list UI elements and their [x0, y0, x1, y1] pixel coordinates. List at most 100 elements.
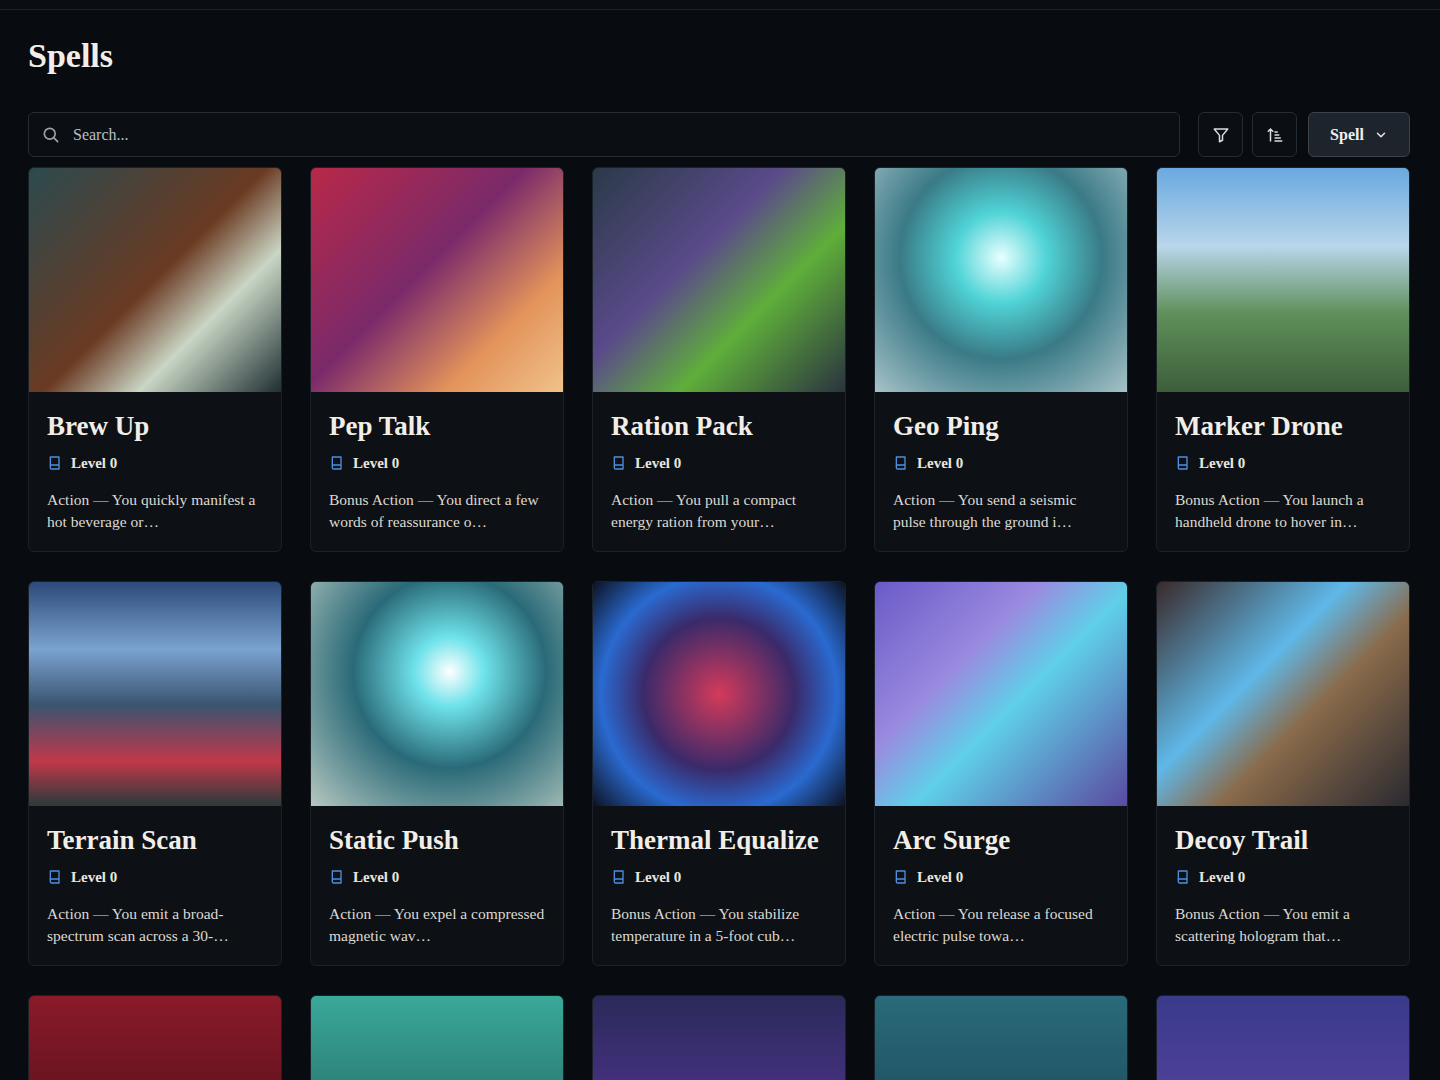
- card-body: Geo PingLevel 0Action — You send a seism…: [875, 392, 1127, 551]
- spell-card[interactable]: Decoy Trail Level 0 Bonus Action — You emi…: [1156, 581, 1410, 966]
- card-body: Thermal Equalize Level 0 Bonus Action — Yo…: [593, 806, 845, 965]
- spell-card[interactable]: Brew Up Level 0 Action — You quickly manif…: [28, 167, 282, 552]
- spell-card[interactable]: Marker Drone Level 0 Bonus Action — You la…: [1156, 167, 1410, 552]
- card-body: Brew Up Level 0 Action — You quickly manif…: [29, 392, 281, 551]
- spell-level-text: Level 0: [635, 869, 681, 886]
- spell-illustration: [311, 168, 563, 392]
- spell-card[interactable]: [28, 995, 282, 1080]
- sort-icon: [1266, 126, 1284, 144]
- card-body: Static Push Level 0 Action — You expel a c…: [311, 806, 563, 965]
- spell-illustration: [1157, 996, 1409, 1080]
- book-icon: [47, 455, 63, 471]
- spell-illustration: [1157, 168, 1409, 392]
- spell-illustration: [311, 996, 563, 1080]
- book-icon: [893, 455, 909, 471]
- spell-description: Action — You quickly manifest a hot beve…: [47, 489, 263, 533]
- spell-description: Bonus Action — You emit a scattering hol…: [1175, 903, 1391, 947]
- spell-level: Level 0: [1175, 453, 1391, 473]
- spell-illustration: [875, 996, 1127, 1080]
- spell-card[interactable]: Pep Talk Level 0 Bonus Action — You direct…: [310, 167, 564, 552]
- spell-level: Level 0: [611, 453, 827, 473]
- spell-illustration: [29, 168, 281, 392]
- spell-description: Action — You send a seismic pulse throug…: [893, 489, 1109, 533]
- spell-card[interactable]: Terrain ScanLevel 0Action — You emit a b…: [28, 581, 282, 966]
- spell-level-text: Level 0: [353, 455, 399, 472]
- spell-illustration: [29, 582, 281, 806]
- book-icon: [893, 869, 909, 885]
- top-strip: [0, 0, 1440, 10]
- main-content: Spells Spell Brew Up Level 0 Action — You qu…: [0, 10, 1440, 1080]
- spell-level: Level 0: [47, 867, 263, 887]
- type-select[interactable]: Spell: [1308, 112, 1410, 157]
- book-icon: [611, 455, 627, 471]
- search-input[interactable]: [71, 125, 1167, 145]
- type-select-value: Spell: [1330, 126, 1364, 144]
- spell-level: Level 0: [47, 453, 263, 473]
- spell-description: Action — You pull a compact energy ratio…: [611, 489, 827, 533]
- funnel-icon: [1212, 126, 1230, 144]
- spell-card[interactable]: [874, 995, 1128, 1080]
- card-body: Terrain ScanLevel 0Action — You emit a b…: [29, 806, 281, 965]
- spell-level-text: Level 0: [71, 869, 117, 886]
- spell-title: Terrain Scan: [47, 822, 263, 858]
- spell-title: Decoy Trail: [1175, 822, 1391, 858]
- spell-grid: Brew Up Level 0 Action — You quickly manif…: [28, 167, 1410, 1080]
- book-icon: [329, 869, 345, 885]
- spell-level-text: Level 0: [635, 455, 681, 472]
- book-icon: [47, 869, 63, 885]
- card-body: Ration Pack Level 0 Action — You pull a co…: [593, 392, 845, 551]
- spell-illustration: [29, 996, 281, 1080]
- spell-card[interactable]: Ration Pack Level 0 Action — You pull a co…: [592, 167, 846, 552]
- spell-title: Brew Up: [47, 408, 263, 444]
- spell-title: Marker Drone: [1175, 408, 1391, 444]
- book-icon: [329, 455, 345, 471]
- spell-description: Bonus Action — You launch a handheld dro…: [1175, 489, 1391, 533]
- spell-illustration: [593, 582, 845, 806]
- spell-title: Pep Talk: [329, 408, 545, 444]
- spell-illustration: [875, 168, 1127, 392]
- spell-card[interactable]: Arc SurgeLevel 0Action — You release a f…: [874, 581, 1128, 966]
- chevron-down-icon: [1374, 128, 1388, 142]
- card-body: Decoy Trail Level 0 Bonus Action — You emi…: [1157, 806, 1409, 965]
- spell-card[interactable]: Geo PingLevel 0Action — You send a seism…: [874, 167, 1128, 552]
- card-body: Arc SurgeLevel 0Action — You release a f…: [875, 806, 1127, 965]
- spell-level: Level 0: [1175, 867, 1391, 887]
- spell-title: Ration Pack: [611, 408, 827, 444]
- spell-level-text: Level 0: [71, 455, 117, 472]
- spell-title: Static Push: [329, 822, 545, 858]
- spell-title: Thermal Equalize: [611, 822, 827, 858]
- card-body: Pep Talk Level 0 Bonus Action — You direct…: [311, 392, 563, 551]
- spell-illustration: [875, 582, 1127, 806]
- book-icon: [611, 869, 627, 885]
- spell-illustration: [1157, 582, 1409, 806]
- toolbar: Spell: [28, 112, 1410, 157]
- book-icon: [1175, 455, 1191, 471]
- magnifier-icon: [41, 125, 61, 145]
- book-icon: [1175, 869, 1191, 885]
- spell-description: Bonus Action — You stabilize temperature…: [611, 903, 827, 947]
- filter-button[interactable]: [1198, 112, 1243, 157]
- spell-illustration: [593, 168, 845, 392]
- spell-level: Level 0: [611, 867, 827, 887]
- spell-description: Action — You expel a compressed magnetic…: [329, 903, 545, 947]
- spell-description: Bonus Action — You direct a few words of…: [329, 489, 545, 533]
- spell-card[interactable]: [1156, 995, 1410, 1080]
- spell-level-text: Level 0: [353, 869, 399, 886]
- spell-card[interactable]: Thermal Equalize Level 0 Bonus Action — Yo…: [592, 581, 846, 966]
- spell-level: Level 0: [893, 867, 1109, 887]
- spell-level-text: Level 0: [1199, 869, 1245, 886]
- spell-level-text: Level 0: [1199, 455, 1245, 472]
- spell-title: Geo Ping: [893, 408, 1109, 444]
- spell-level: Level 0: [329, 867, 545, 887]
- search-field[interactable]: [28, 112, 1180, 157]
- sort-button[interactable]: [1252, 112, 1297, 157]
- card-body: Marker Drone Level 0 Bonus Action — You la…: [1157, 392, 1409, 551]
- spell-illustration: [311, 582, 563, 806]
- spells-page: Spells Spell Brew Up Level 0 Action — You qu…: [0, 0, 1440, 1080]
- spell-card[interactable]: [592, 995, 846, 1080]
- spell-card[interactable]: [310, 995, 564, 1080]
- spell-title: Arc Surge: [893, 822, 1109, 858]
- spell-card[interactable]: Static Push Level 0 Action — You expel a c…: [310, 581, 564, 966]
- page-title: Spells: [28, 34, 1410, 78]
- spell-level-text: Level 0: [917, 869, 963, 886]
